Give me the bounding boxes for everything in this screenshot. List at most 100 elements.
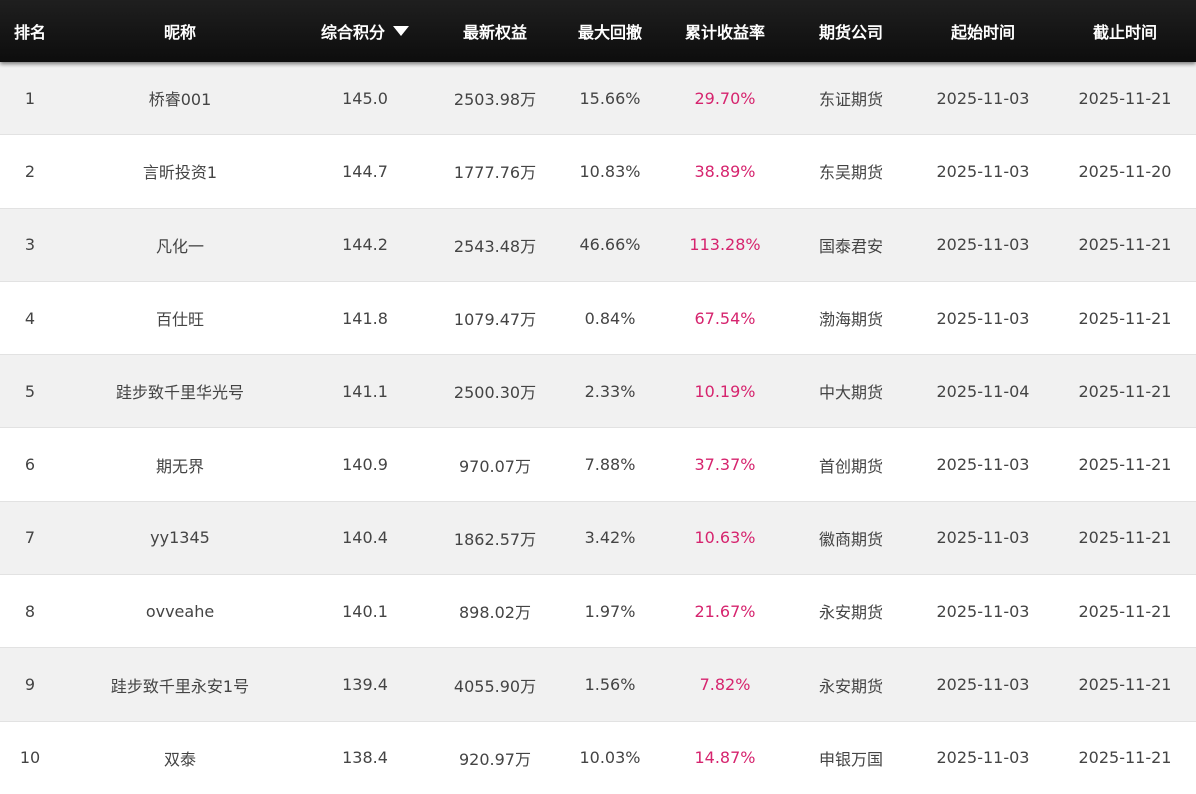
name-cell[interactable]: ovveahe — [60, 602, 300, 621]
end-date-cell: 2025-11-21 — [1078, 601, 1172, 621]
return-cell: 29.70% — [694, 88, 756, 108]
drawdown-cell: 10.83% — [579, 161, 641, 181]
table-row[interactable]: 2 言昕投资1 144.7 1777.76万 10.83% 38.89% 东吴期货 2025-… — [0, 135, 1196, 209]
header-rank[interactable]: 排名 — [0, 19, 60, 43]
header-return[interactable]: 累计收益率 — [660, 19, 790, 43]
end-date-cell: 2025-11-21 — [1078, 308, 1172, 328]
header-end[interactable]: 截止时间 — [1054, 19, 1196, 43]
name-cell[interactable]: 百仕旺 — [60, 306, 300, 330]
start-date-cell: 2025-11-03 — [936, 88, 1030, 108]
rank-cell: 3 — [24, 235, 36, 255]
table-header: 排名 昵称 综合积分 最新权益 最大回撤 累计收益率 期货公司 起始时间 截止时… — [0, 0, 1196, 62]
rank-cell: 7 — [24, 528, 36, 548]
drawdown-cell: 10.03% — [579, 748, 641, 768]
equity-cell: 1862.57万 — [453, 529, 537, 549]
company-cell: 中大期货 — [818, 383, 883, 403]
start-date-cell: 2025-11-03 — [936, 455, 1030, 475]
company-cell: 徽商期货 — [818, 529, 883, 549]
score-cell: 145.0 — [342, 88, 388, 108]
start-date-cell: 2025-11-04 — [936, 381, 1030, 401]
ranking-table: 排名 昵称 综合积分 最新权益 最大回撤 累计收益率 期货公司 起始时间 截止时… — [0, 0, 1196, 794]
table-row[interactable]: 10 双泰 138.4 920.97万 10.03% 14.87% 申银万国 2025-11-… — [0, 721, 1196, 794]
return-cell: 21.67% — [694, 601, 756, 621]
name-cell[interactable]: 跬步致千里永安1号 — [60, 673, 300, 697]
equity-cell: 2503.98万 — [453, 90, 537, 110]
rank-cell: 8 — [24, 601, 36, 621]
drawdown-cell: 15.66% — [579, 88, 641, 108]
equity-cell: 970.07万 — [459, 456, 531, 476]
start-date-cell: 2025-11-03 — [936, 528, 1030, 548]
equity-cell: 1777.76万 — [453, 163, 537, 183]
score-cell: 141.1 — [342, 381, 388, 401]
table-row[interactable]: 7 yy1345 140.4 1862.57万 3.42% 10.63% 徽商期货 2025-… — [0, 501, 1196, 576]
name-cell[interactable]: yy1345 — [60, 528, 300, 547]
company-cell: 申银万国 — [818, 749, 883, 769]
equity-cell: 898.02万 — [459, 603, 531, 623]
end-date-cell: 2025-11-21 — [1078, 528, 1172, 548]
return-cell: 67.54% — [694, 308, 756, 328]
equity-cell: 4055.90万 — [453, 676, 537, 696]
score-cell: 139.4 — [342, 675, 388, 695]
rank-cell: 9 — [24, 675, 36, 695]
equity-cell: 2500.30万 — [453, 383, 537, 403]
end-date-cell: 2025-11-21 — [1078, 675, 1172, 695]
equity-cell: 2543.48万 — [453, 236, 537, 256]
rank-cell: 4 — [24, 308, 36, 328]
header-start[interactable]: 起始时间 — [912, 19, 1054, 43]
equity-cell: 1079.47万 — [453, 310, 537, 330]
header-company[interactable]: 期货公司 — [790, 19, 912, 43]
return-cell: 113.28% — [689, 235, 761, 255]
company-cell: 首创期货 — [818, 456, 883, 476]
score-cell: 140.4 — [342, 528, 388, 548]
name-cell[interactable]: 双泰 — [60, 746, 300, 770]
name-cell[interactable]: 凡化一 — [60, 233, 300, 257]
company-cell: 渤海期货 — [818, 310, 883, 330]
name-cell[interactable]: 言昕投资1 — [60, 159, 300, 183]
table-row[interactable]: 4 百仕旺 141.8 1079.47万 0.84% 67.54% 渤海期货 2025-11-… — [0, 281, 1196, 356]
drawdown-cell: 3.42% — [584, 528, 636, 548]
table-row[interactable]: 8 ovveahe 140.1 898.02万 1.97% 21.67% 永安期货 2025-… — [0, 575, 1196, 649]
rank-cell: 5 — [24, 381, 36, 401]
table-row[interactable]: 9 跬步致千里永安1号 139.4 4055.90万 1.56% 7.82% 永安期货 202… — [0, 648, 1196, 722]
drawdown-cell: 1.97% — [584, 601, 636, 621]
return-cell: 10.63% — [694, 528, 756, 548]
return-cell: 14.87% — [694, 748, 756, 768]
header-drawdown[interactable]: 最大回撤 — [560, 19, 660, 43]
table-row[interactable]: 1 桥睿001 145.0 2503.98万 15.66% 29.70% 东证期货 2025-… — [0, 62, 1196, 136]
company-cell: 永安期货 — [818, 603, 883, 623]
table-row[interactable]: 5 跬步致千里华光号 141.1 2500.30万 2.33% 10.19% 中大期货 202… — [0, 355, 1196, 429]
name-cell[interactable]: 跬步致千里华光号 — [60, 379, 300, 403]
header-name[interactable]: 昵称 — [60, 19, 300, 43]
header-equity[interactable]: 最新权益 — [430, 19, 560, 43]
sort-down-icon[interactable] — [393, 26, 409, 36]
table-row[interactable]: 3 凡化一 144.2 2543.48万 46.66% 113.28% 国泰君安 2025-1… — [0, 208, 1196, 282]
score-cell: 140.9 — [342, 455, 388, 475]
header-score[interactable]: 综合积分 — [300, 19, 430, 43]
return-cell: 7.82% — [699, 675, 751, 695]
score-cell: 138.4 — [342, 748, 388, 768]
start-date-cell: 2025-11-03 — [936, 675, 1030, 695]
rank-cell: 1 — [24, 88, 36, 108]
start-date-cell: 2025-11-03 — [936, 601, 1030, 621]
start-date-cell: 2025-11-03 — [936, 235, 1030, 255]
company-cell: 国泰君安 — [818, 236, 883, 256]
table-row[interactable]: 6 期无界 140.9 970.07万 7.88% 37.37% 首创期货 2025-11-0… — [0, 428, 1196, 502]
rank-cell: 10 — [19, 748, 41, 768]
name-cell[interactable]: 桥睿001 — [60, 86, 300, 110]
return-cell: 37.37% — [694, 455, 756, 475]
drawdown-cell: 1.56% — [584, 675, 636, 695]
header-score-label[interactable]: 综合积分 — [321, 19, 385, 43]
drawdown-cell: 0.84% — [584, 308, 636, 328]
name-cell[interactable]: 期无界 — [60, 453, 300, 477]
score-cell: 141.8 — [342, 308, 388, 328]
rank-cell: 2 — [24, 161, 36, 181]
score-cell: 140.1 — [342, 601, 388, 621]
drawdown-cell: 2.33% — [584, 381, 636, 401]
end-date-cell: 2025-11-21 — [1078, 235, 1172, 255]
score-cell: 144.2 — [342, 235, 388, 255]
end-date-cell: 2025-11-21 — [1078, 381, 1172, 401]
return-cell: 10.19% — [694, 381, 756, 401]
end-date-cell: 2025-11-21 — [1078, 88, 1172, 108]
company-cell: 东证期货 — [818, 90, 883, 110]
start-date-cell: 2025-11-03 — [936, 748, 1030, 768]
